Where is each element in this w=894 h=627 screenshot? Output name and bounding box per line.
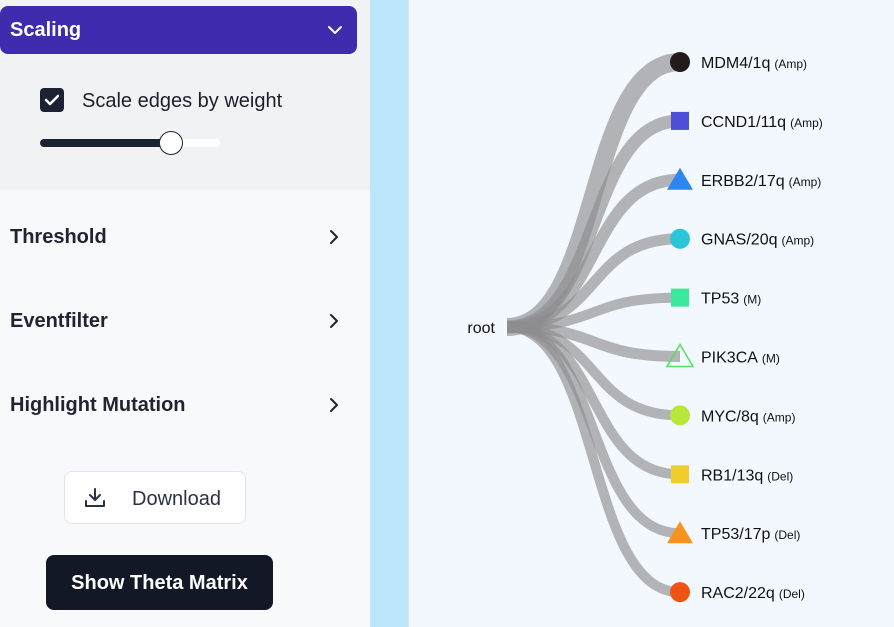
node-marker-square bbox=[671, 288, 689, 307]
node-label: PIK3CA (M) bbox=[701, 350, 780, 367]
tree-node: PIK3CA (M) bbox=[665, 343, 780, 368]
tree-node: MYC/8q (Amp) bbox=[670, 405, 795, 426]
scaling-panel: Scaling Scale edges by weight bbox=[0, 0, 370, 190]
checkmark-icon bbox=[44, 94, 60, 106]
node-label: ERBB2/17q (Amp) bbox=[701, 173, 821, 190]
tree-node: RB1/13q (Del) bbox=[671, 465, 793, 484]
chevron-down-icon bbox=[328, 26, 342, 34]
node-label: RB1/13q (Del) bbox=[701, 467, 793, 484]
highlight-mutation-accordion[interactable]: Highlight Mutation bbox=[0, 386, 357, 426]
download-button[interactable]: Download bbox=[64, 471, 246, 524]
tree-node: TP53/17p (Del) bbox=[667, 521, 800, 544]
root-label: root bbox=[467, 320, 495, 337]
eventfilter-accordion[interactable]: Eventfilter bbox=[0, 302, 357, 342]
mutation-tree: root MDM4/1q (Amp) CCND1/11q (Amp) ERBB2/17q(… bbox=[467, 52, 823, 603]
node-marker-circle bbox=[670, 582, 690, 603]
chevron-right-icon bbox=[330, 230, 338, 244]
tree-node: TP53 (M) bbox=[671, 288, 761, 308]
show-theta-matrix-button[interactable]: Show Theta Matrix bbox=[46, 555, 273, 610]
tree-node: GNAS/20q (Amp) bbox=[670, 228, 814, 249]
node-marker-circle bbox=[670, 52, 690, 72]
tree-node: RAC2/22q (Del) bbox=[670, 582, 805, 603]
tree-edges bbox=[506, 53, 681, 598]
scale-edges-checkbox[interactable] bbox=[40, 88, 64, 112]
threshold-accordion[interactable]: Threshold bbox=[0, 218, 357, 258]
slider-thumb[interactable] bbox=[158, 131, 183, 155]
node-marker-square bbox=[671, 465, 689, 484]
node-label: CCND1/11q (Amp) bbox=[701, 114, 823, 131]
node-label: GNAS/20q (Amp) bbox=[701, 232, 814, 249]
eventfilter-label: Eventfilter bbox=[10, 310, 108, 332]
show-theta-matrix-label: Show Theta Matrix bbox=[71, 572, 248, 594]
node-marker-circle bbox=[670, 228, 690, 249]
node-marker-circle bbox=[670, 405, 690, 426]
edge-weight-slider[interactable] bbox=[40, 131, 220, 155]
sidebar: Scaling Scale edges by weight Threshold … bbox=[0, 0, 370, 627]
node-label: MYC/8q (Amp) bbox=[701, 408, 795, 425]
scaling-title: Scaling bbox=[10, 19, 82, 41]
tree-canvas: root MDM4/1q (Amp) CCND1/11q (Amp) ERBB2/17q(… bbox=[409, 0, 894, 627]
download-icon bbox=[85, 488, 105, 507]
tree-node: MDM4/1q (Amp) bbox=[670, 52, 807, 72]
scale-edges-label: Scale edges by weight bbox=[82, 90, 283, 112]
node-marker-square bbox=[671, 111, 689, 130]
chevron-right-icon bbox=[330, 314, 338, 328]
highlight-mutation-label: Highlight Mutation bbox=[10, 394, 186, 416]
download-label: Download bbox=[132, 488, 221, 510]
node-label: TP53/17p (Del) bbox=[701, 526, 800, 543]
tree-node: CCND1/11q (Amp) bbox=[671, 111, 823, 131]
node-label: TP53 (M) bbox=[701, 291, 761, 308]
node-label: RAC2/22q (Del) bbox=[701, 585, 805, 602]
threshold-label: Threshold bbox=[10, 226, 107, 248]
tree-node: ERBB2/17q (Amp) bbox=[667, 167, 821, 190]
scaling-accordion-header[interactable]: Scaling bbox=[0, 6, 357, 54]
node-label: MDM4/1q (Amp) bbox=[701, 55, 807, 72]
chevron-right-icon bbox=[330, 398, 338, 412]
slider-fill bbox=[40, 139, 170, 147]
panel-resize-handle[interactable] bbox=[370, 0, 408, 627]
